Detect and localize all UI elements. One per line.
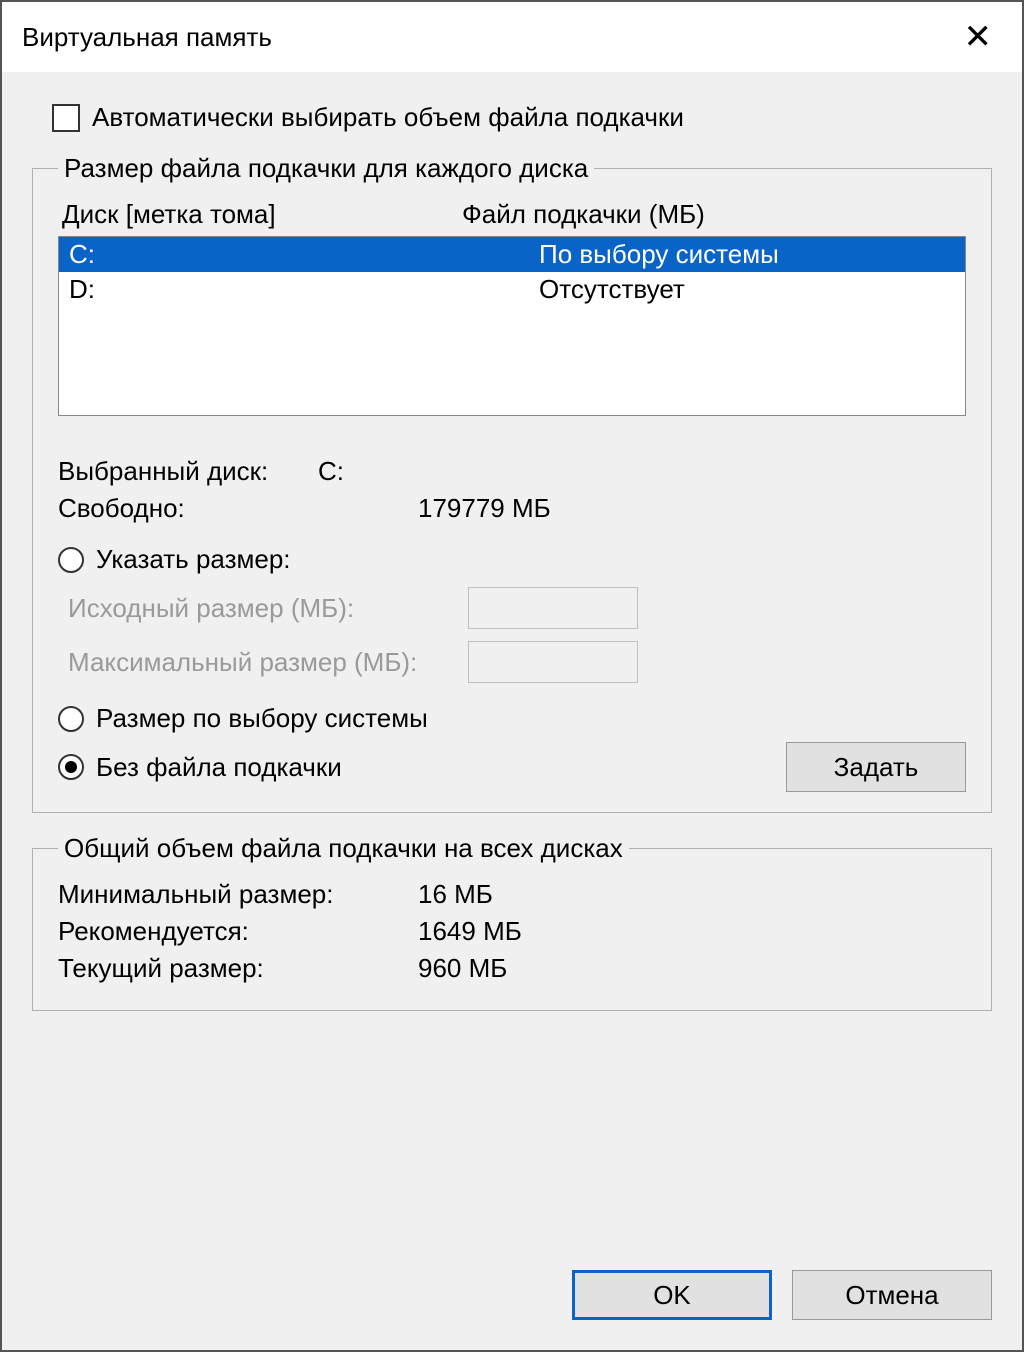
- radio-system-label: Размер по выбору системы: [96, 703, 428, 734]
- drive-value-cell: Отсутствует: [539, 274, 955, 305]
- window-title: Виртуальная память: [22, 22, 272, 53]
- current-size-value: 960 МБ: [418, 953, 966, 984]
- free-space-value: 179779 МБ: [418, 493, 966, 524]
- cancel-button[interactable]: Отмена: [792, 1270, 992, 1320]
- radio-icon[interactable]: [58, 706, 84, 732]
- radio-icon[interactable]: [58, 754, 84, 780]
- selected-drive-value: C:: [318, 456, 966, 487]
- drive-value-cell: По выбору системы: [539, 239, 955, 270]
- close-icon[interactable]: ✕: [954, 17, 1003, 57]
- file-col-header: Файл подкачки (МБ): [462, 199, 962, 230]
- ok-button[interactable]: OK: [572, 1270, 772, 1320]
- drive-cell: D:: [69, 274, 539, 305]
- dialog-buttons: OK Отмена: [2, 1240, 1022, 1350]
- max-size-label: Максимальный размер (МБ):: [68, 647, 468, 678]
- content-area: Автоматически выбирать объем файла подка…: [2, 72, 1022, 1240]
- max-size-input: [468, 641, 638, 683]
- drive-list-header: Диск [метка тома] Файл подкачки (МБ): [58, 199, 966, 230]
- recommended-label: Рекомендуется:: [58, 916, 418, 947]
- titlebar: Виртуальная память ✕: [2, 2, 1022, 72]
- auto-manage-checkbox[interactable]: [52, 104, 80, 132]
- radio-icon[interactable]: [58, 547, 84, 573]
- drive-row-d[interactable]: D: Отсутствует: [59, 272, 965, 307]
- current-size-label: Текущий размер:: [58, 953, 418, 984]
- drive-col-header: Диск [метка тома]: [62, 199, 462, 230]
- free-space-label: Свободно:: [58, 493, 418, 524]
- auto-manage-checkbox-row[interactable]: Автоматически выбирать объем файла подка…: [32, 102, 992, 133]
- radio-system-managed[interactable]: Размер по выбору системы: [58, 703, 966, 734]
- set-button[interactable]: Задать: [786, 742, 966, 792]
- selected-drive-label: Выбранный диск:: [58, 456, 318, 487]
- radio-none-label: Без файла подкачки: [96, 752, 342, 783]
- radio-custom-label: Указать размер:: [96, 544, 291, 575]
- auto-manage-label: Автоматически выбирать объем файла подка…: [92, 102, 684, 133]
- totals-group: Общий объем файла подкачки на всех диска…: [32, 833, 992, 1011]
- totals-legend: Общий объем файла подкачки на всех диска…: [58, 833, 629, 864]
- per-drive-legend: Размер файла подкачки для каждого диска: [58, 153, 594, 184]
- selection-info: Выбранный диск: C: Свободно: 179779 МБ: [58, 456, 966, 524]
- drive-cell: C:: [69, 239, 539, 270]
- virtual-memory-dialog: Виртуальная память ✕ Автоматически выбир…: [0, 0, 1024, 1352]
- min-size-value: 16 МБ: [418, 879, 966, 910]
- custom-size-block: Указать размер: Исходный размер (МБ): Ма…: [58, 544, 966, 683]
- min-size-label: Минимальный размер:: [58, 879, 418, 910]
- per-drive-group: Размер файла подкачки для каждого диска …: [32, 153, 992, 813]
- drive-list[interactable]: C: По выбору системы D: Отсутствует: [58, 236, 966, 416]
- radio-no-paging-file[interactable]: Без файла подкачки: [58, 752, 342, 783]
- drive-row-c[interactable]: C: По выбору системы: [59, 237, 965, 272]
- initial-size-label: Исходный размер (МБ):: [68, 593, 468, 624]
- initial-size-input: [468, 587, 638, 629]
- recommended-value: 1649 МБ: [418, 916, 966, 947]
- radio-custom-size[interactable]: Указать размер:: [58, 544, 966, 575]
